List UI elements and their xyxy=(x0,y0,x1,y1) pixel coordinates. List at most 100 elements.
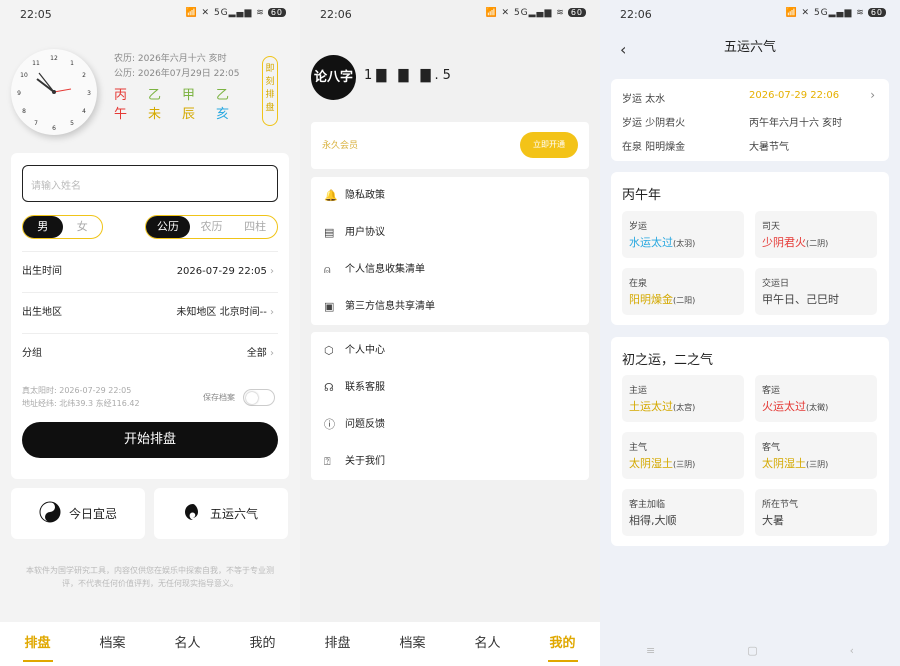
pillar-stem: 乙 xyxy=(148,88,162,103)
birth-time-row[interactable]: 出生时间 2026-07-29 22:05 xyxy=(22,251,278,291)
qi-section: 初之运，二之气 主运 土运太过(太宫) 客运 火运太过(太徵) 主气 太阴湿土(三阴)… xyxy=(611,337,889,546)
app-logo: 论八字 xyxy=(311,55,356,100)
menu-personal-center[interactable]: ⬡ 个人中心 xyxy=(311,332,589,369)
disclaimer-line: 本软件为国学研究工具，内容仅供您在娱乐中探索自我，不等于专业测 xyxy=(26,566,274,575)
card-icon: ▣ xyxy=(324,300,335,313)
home-icon[interactable]: ▢ xyxy=(747,636,757,666)
cell-title: 所在节气 xyxy=(762,500,799,510)
yin-yang-icon xyxy=(39,501,61,526)
cell-ke-yun: 客运 火运太过(太徵) xyxy=(755,375,877,422)
cell-ke-qi: 客气 太阴湿土(三阴) xyxy=(755,432,877,479)
menu-info-collect[interactable]: ⍝ 个人信息收集清单 xyxy=(311,251,589,288)
gender-toggle[interactable]: 男 女 xyxy=(22,215,103,239)
clock-icon: 12 3 6 9 1 2 4 5 7 8 10 11 xyxy=(11,49,97,135)
lunar-date: 丙午年六月十六 亥时 xyxy=(749,118,843,129)
birth-place-value: 未知地区 北京时间-- xyxy=(176,293,274,333)
status-icons: 📶 ✕ 5G▂▄▆ ≋ 60 xyxy=(485,8,586,18)
tab-bar: 排盘 档案 名人 我的 xyxy=(0,622,300,666)
tab-famous[interactable]: 名人 xyxy=(150,622,225,666)
disclaimer: 本软件为国学研究工具，内容仅供您在娱乐中探索自我，不等于专业测 评，不代表任何价… xyxy=(14,564,286,590)
svg-text:3: 3 xyxy=(87,90,91,97)
menu-third-party[interactable]: ▣ 第三方信息共享清单 xyxy=(311,288,589,325)
menu-feedback[interactable]: ⓘ 问题反馈 xyxy=(311,406,589,443)
calendar-toggle[interactable]: 公历 农历 四柱 xyxy=(145,215,278,239)
cell-value: 相得,大顺 xyxy=(629,514,677,527)
svg-text:9: 9 xyxy=(17,90,21,97)
menu-about[interactable]: ⍰ 关于我们 xyxy=(311,443,589,480)
cube-icon: ⬡ xyxy=(324,344,334,357)
disclaimer-line: 评，不代表任何价值评判，无任何现实指导意义。 xyxy=(62,579,238,588)
menu-customer-service[interactable]: ☊ 联系客服 xyxy=(311,369,589,406)
tab-paipan[interactable]: 排盘 xyxy=(0,622,75,666)
datetime[interactable]: 2026-07-29 22:06 xyxy=(749,90,839,101)
cell-zhu-yun: 主运 土运太过(太宫) xyxy=(622,375,744,422)
pillar-branch: 亥 xyxy=(216,107,230,122)
svg-text:6: 6 xyxy=(52,125,56,132)
cell-title: 客运 xyxy=(762,386,781,396)
back-nav-icon[interactable]: ‹ xyxy=(850,636,854,666)
page-title: 五运六气 xyxy=(723,40,776,55)
cell-value: 太阴湿土 xyxy=(629,457,673,470)
menu-label: 个人中心 xyxy=(345,345,385,356)
wuyun-liuqi-tile[interactable]: 五运六气 xyxy=(154,488,288,539)
cell-value: 阳明燥金 xyxy=(629,293,673,306)
cell-title: 在泉 xyxy=(629,279,648,289)
menu-privacy[interactable]: 🔔 隐私政策 xyxy=(311,177,589,214)
today-yiji-label: 今日宜忌 xyxy=(68,507,117,521)
pillar-branch: 未 xyxy=(148,107,162,122)
cell-value: 大暑 xyxy=(762,514,784,527)
tab-mine[interactable]: 我的 xyxy=(225,622,300,666)
group-label: 分组 xyxy=(22,348,42,359)
birth-time-value: 2026-07-29 22:05 xyxy=(177,252,274,292)
cell-ke-zhu-jia-lin: 客主加临相得,大顺 xyxy=(622,489,744,536)
tab-archive[interactable]: 档案 xyxy=(375,622,450,666)
menu-agreement[interactable]: ▤ 用户协议 xyxy=(311,214,589,251)
cell-value: 水运太过 xyxy=(629,236,673,249)
cell-title: 客主加临 xyxy=(629,500,666,510)
cell-value: 土运太过 xyxy=(629,400,673,413)
status-icons: 📶 ✕ 5G▂▄▆ ≋ 60 xyxy=(785,8,886,18)
battery-icon: 60 xyxy=(267,8,286,17)
cell-title: 交运日 xyxy=(762,279,790,289)
zai-quan: 在泉 阳明燥金 xyxy=(622,142,686,153)
cell-sub: (太徵) xyxy=(806,403,829,412)
name-input[interactable]: 请输入姓名 xyxy=(22,165,278,202)
cal-solar[interactable]: 公历 xyxy=(146,216,190,238)
menu-group-account: ⬡ 个人中心 ☊ 联系客服 ⓘ 问题反馈 ⍰ 关于我们 xyxy=(311,332,589,480)
group-row[interactable]: 分组 全部 xyxy=(22,333,278,373)
menu-icon[interactable]: ≡ xyxy=(646,636,655,666)
tab-mine[interactable]: 我的 xyxy=(525,622,600,666)
birth-place-row[interactable]: 出生地区 未知地区 北京时间-- xyxy=(22,292,278,332)
vip-open-button[interactable]: 立即开通 xyxy=(520,132,578,158)
instant-paipan-button[interactable]: 即刻排盘 xyxy=(262,56,278,126)
person-icon: ⍝ xyxy=(324,263,331,276)
tab-archive[interactable]: 档案 xyxy=(75,622,150,666)
menu-label: 个人信息收集清单 xyxy=(345,264,425,275)
chevron-right-icon[interactable]: › xyxy=(870,88,875,102)
true-sun-info: 真太阳时: 2026-07-29 22:05 地址经纬: 北纬39.3 东经11… xyxy=(22,384,140,410)
si-tian: 岁运 少阴君火 xyxy=(622,118,686,129)
gender-male[interactable]: 男 xyxy=(23,216,63,238)
start-paipan-button[interactable]: 开始排盘 xyxy=(22,422,278,458)
solar-date: 公历: 2026年07月29日 22:05 xyxy=(114,69,240,79)
gender-female[interactable]: 女 xyxy=(63,216,103,238)
birth-place-label: 出生地区 xyxy=(22,307,62,318)
status-bar: 22:05 📶 ✕ 5G▂▄▆ ≋ 60 xyxy=(0,0,300,26)
cell-sub: (二阴) xyxy=(806,239,829,248)
tab-paipan[interactable]: 排盘 xyxy=(300,622,375,666)
today-yiji-tile[interactable]: 今日宜忌 xyxy=(11,488,145,539)
cell-zai-quan: 在泉 阳明燥金(二阳) xyxy=(622,268,744,315)
sui-yun: 岁运 太水 xyxy=(622,94,666,105)
cal-pillars[interactable]: 四柱 xyxy=(233,216,277,238)
yun-summary-card: 岁运 太水 2026-07-29 22:06 › 岁运 少阴君火 丙午年六月十六… xyxy=(611,79,889,161)
tab-famous[interactable]: 名人 xyxy=(450,622,525,666)
cal-lunar[interactable]: 农历 xyxy=(190,216,234,238)
pillar-stem: 甲 xyxy=(182,88,196,103)
save-archive-label: 保存档案 xyxy=(203,393,235,402)
alert-icon: ⓘ xyxy=(324,418,335,431)
status-time: 22:06 xyxy=(620,8,652,21)
cell-value: 甲午日、己巳时 xyxy=(762,293,839,306)
menu-label: 用户协议 xyxy=(345,227,385,238)
cell-title: 主运 xyxy=(629,386,648,396)
save-archive-toggle[interactable] xyxy=(243,389,275,406)
